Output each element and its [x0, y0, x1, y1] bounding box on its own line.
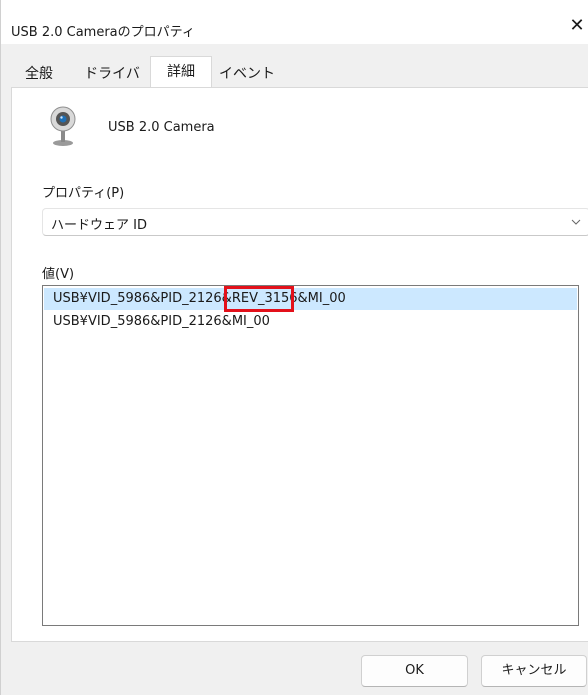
- tab-general[interactable]: 全般: [21, 61, 57, 87]
- tab-details[interactable]: 詳細: [150, 56, 212, 87]
- details-panel: USB 2.0 Camera プロパティ(P) ハードウェア ID 値(V) U…: [11, 87, 588, 642]
- property-label: プロパティ(P): [42, 186, 125, 201]
- chevron-down-icon: [571, 219, 581, 225]
- ok-button[interactable]: OK: [361, 655, 468, 687]
- tab-events[interactable]: イベント: [217, 61, 277, 87]
- list-item[interactable]: USB¥VID_5986&PID_2126&REV_3156&MI_00: [44, 288, 577, 310]
- property-dropdown[interactable]: ハードウェア ID: [42, 208, 588, 236]
- value-listbox[interactable]: USB¥VID_5986&PID_2126&REV_3156&MI_00 USB…: [42, 285, 579, 626]
- properties-dialog: USB 2.0 Cameraのプロパティ ✕ 全般 ドライバー 詳細 イベント …: [0, 0, 588, 695]
- list-item[interactable]: USB¥VID_5986&PID_2126&MI_00: [44, 311, 577, 333]
- device-name: USB 2.0 Camera: [108, 120, 215, 135]
- cancel-button[interactable]: キャンセル: [481, 655, 587, 687]
- close-button[interactable]: ✕: [565, 12, 588, 40]
- tab-driver[interactable]: ドライバー: [79, 61, 145, 108]
- value-label: 値(V): [42, 267, 75, 282]
- webcam-icon: [50, 106, 76, 146]
- window-title: USB 2.0 Cameraのプロパティ: [11, 25, 195, 40]
- title-bar: USB 2.0 Cameraのプロパティ ✕: [1, 0, 588, 44]
- property-selected-value: ハードウェア ID: [51, 218, 147, 233]
